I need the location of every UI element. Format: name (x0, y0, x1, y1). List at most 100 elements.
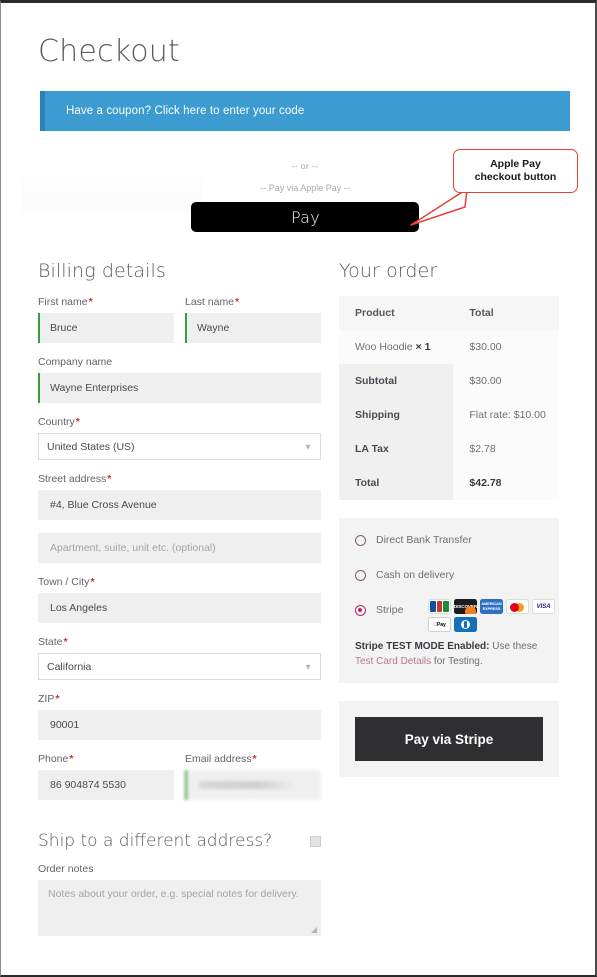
state-label: State* (38, 636, 68, 648)
payment-methods-box: Direct Bank Transfer Cash on delivery St… (339, 518, 559, 683)
your-order-heading: Your order (339, 260, 438, 282)
required-asterisk: * (252, 753, 257, 765)
order-total-label: Total (339, 466, 454, 500)
tax-value: $2.78 (453, 432, 559, 466)
company-field-group: Company name Wayne Enterprises (38, 356, 321, 403)
mastercard-card-icon (506, 599, 529, 614)
apple-pay-button[interactable]: Pay (191, 202, 419, 232)
zip-field-group: ZIP* 90001 (38, 693, 321, 740)
shipping-label: Shipping (339, 398, 454, 432)
phone-input[interactable]: 86 904874 5530 (38, 770, 174, 800)
company-input[interactable]: Wayne Enterprises (38, 373, 321, 403)
apple-pay-button-label: Pay (290, 208, 320, 227)
column-header-total: Total (453, 296, 559, 330)
required-asterisk: * (63, 636, 68, 648)
subtotal-label: Subtotal (339, 364, 454, 398)
diners-card-icon (454, 617, 477, 632)
discover-card-icon: DISCOVER (454, 599, 477, 614)
table-row: Subtotal $30.00 (339, 364, 559, 398)
last-name-input[interactable]: Wayne (185, 313, 321, 343)
payment-method-label: Stripe (376, 604, 404, 616)
payment-method-direct-bank-transfer[interactable]: Direct Bank Transfer (355, 534, 543, 546)
first-name-field-group: First name* Bruce (38, 296, 174, 343)
country-label: Country* (38, 416, 80, 428)
name-row: First name* Bruce Last name* Wayne (38, 296, 321, 356)
required-asterisk: * (235, 296, 240, 308)
ship-different-address-checkbox[interactable] (310, 835, 321, 847)
place-order-box: Pay via Stripe (339, 701, 559, 777)
zip-input[interactable]: 90001 (38, 710, 321, 740)
order-total-value: $42.78 (453, 466, 559, 500)
payment-method-label: Direct Bank Transfer (376, 534, 472, 546)
payment-method-stripe[interactable]: Stripe DISCOVER AMERICAN EXPRESS VISA Pa… (355, 599, 555, 632)
city-label: Town / City* (38, 576, 95, 588)
required-asterisk: * (69, 753, 74, 765)
callout-line-2: checkout button (474, 171, 557, 183)
callout-line-1: Apple Pay (490, 157, 541, 170)
order-summary-table: Product Total Woo Hoodie × 1 $30.00 Subt… (339, 296, 559, 500)
radio-icon[interactable] (355, 569, 366, 581)
radio-selected-icon[interactable] (355, 604, 366, 616)
coupon-link-text[interactable]: Have a coupon? Click here to enter your … (66, 105, 304, 117)
zip-label: ZIP* (38, 693, 60, 705)
test-mode-tail-text: for Testing. (431, 656, 483, 667)
required-asterisk: * (75, 416, 80, 428)
billing-column: Billing details First name* Bruce Last n… (38, 260, 321, 949)
country-select[interactable]: United States (US) ▼ (38, 433, 321, 460)
table-row: Woo Hoodie × 1 $30.00 (339, 330, 559, 364)
email-input[interactable] (185, 770, 321, 800)
order-notes-textarea[interactable]: Notes about your order, e.g. special not… (38, 880, 321, 936)
radio-icon[interactable] (355, 534, 366, 546)
accepted-cards-list: DISCOVER AMERICANEXPRESS VISA Pay (428, 599, 558, 632)
table-row: Total $42.78 (339, 466, 559, 500)
country-select-value: United States (US) (47, 440, 135, 453)
order-column: Your order Product Total Woo Hoodie × 1 … (339, 260, 559, 949)
applepay-card-icon: Pay (428, 617, 451, 632)
street-address-label: Street address* (38, 473, 112, 485)
street-address-field-group: Street address* #4, Blue Cross Avenue (38, 473, 321, 520)
table-header-row: Product Total (339, 296, 559, 330)
order-review-box: Product Total Woo Hoodie × 1 $30.00 Subt… (339, 296, 559, 500)
required-asterisk: * (90, 576, 95, 588)
jcb-card-icon (428, 599, 451, 614)
company-label: Company name (38, 356, 113, 368)
shipping-toggle-row: Ship to a different address? (38, 831, 321, 851)
visa-card-icon: VISA (532, 599, 555, 614)
stripe-test-mode-notice: Stripe TEST MODE Enabled: Use these Test… (355, 639, 543, 669)
state-select[interactable]: California ▼ (38, 653, 321, 680)
pay-via-stripe-button[interactable]: Pay via Stripe (355, 717, 543, 761)
city-input[interactable]: Los Angeles (38, 593, 321, 623)
apple-pay-callout: Apple Pay checkout button (453, 149, 578, 193)
first-name-input[interactable]: Bruce (38, 313, 174, 343)
order-notes-group: Order notes Notes about your order, e.g.… (38, 863, 321, 936)
apartment-input[interactable]: Apartment, suite, unit etc. (optional) (38, 533, 321, 563)
test-mode-bold-text: Stripe TEST MODE Enabled: (355, 641, 490, 652)
test-card-details-link[interactable]: Test Card Details (355, 656, 431, 667)
line-item-name: Woo Hoodie (355, 341, 413, 353)
chevron-down-icon: ▼ (304, 662, 312, 671)
phone-field-group: Phone* 86 904874 5530 (38, 753, 174, 800)
apartment-field-group: Apartment, suite, unit etc. (optional) (38, 533, 321, 563)
email-label: Email address* (185, 753, 257, 765)
phone-label: Phone* (38, 753, 74, 765)
required-asterisk: * (107, 473, 112, 485)
street-address-input[interactable]: #4, Blue Cross Avenue (38, 490, 321, 520)
country-field-group: Country* United States (US) ▼ (38, 416, 321, 460)
city-field-group: Town / City* Los Angeles (38, 576, 321, 623)
column-header-product: Product (339, 296, 454, 330)
last-name-label: Last name* (185, 296, 240, 308)
checkout-columns: Billing details First name* Bruce Last n… (38, 260, 571, 949)
amex-card-icon: AMERICAN EXPRESS (480, 599, 503, 614)
state-select-value: California (47, 660, 92, 673)
subtotal-value: $30.00 (453, 364, 559, 398)
email-field-group: Email address* (185, 753, 321, 800)
contact-row: Phone* 86 904874 5530 Email address* (38, 753, 321, 813)
tax-label: LA Tax (339, 432, 454, 466)
chevron-down-icon: ▼ (304, 442, 312, 451)
resize-handle-icon[interactable]: ◢ (311, 926, 319, 934)
required-asterisk: * (88, 296, 93, 308)
apple-pay-text: Pay (290, 207, 321, 227)
coupon-notice-bar[interactable]: Have a coupon? Click here to enter your … (40, 91, 570, 131)
payment-method-label: Cash on delivery (376, 569, 455, 581)
payment-method-cash-on-delivery[interactable]: Cash on delivery (355, 569, 543, 581)
